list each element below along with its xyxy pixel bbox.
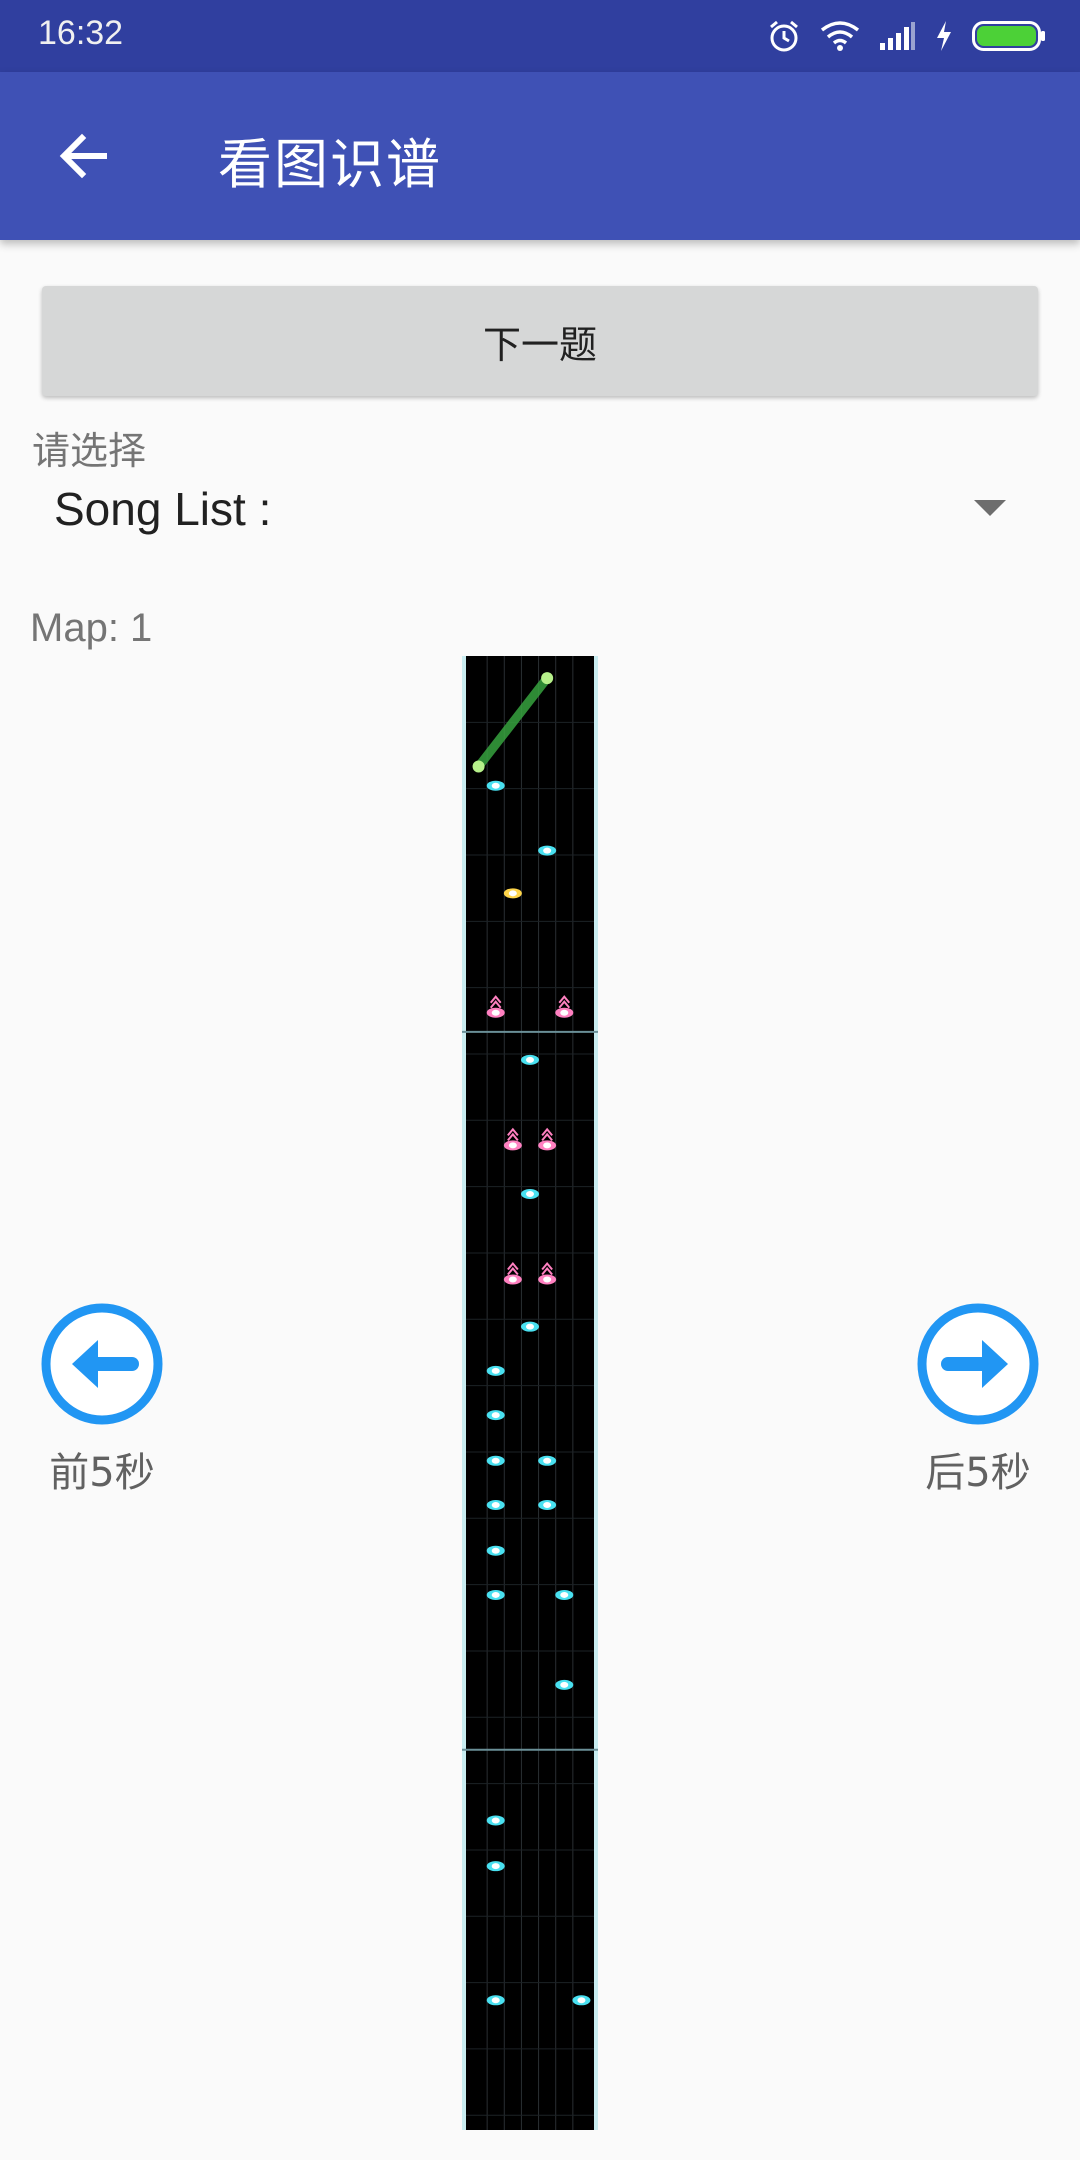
note-center [526, 1191, 534, 1198]
song-list-dropdown[interactable]: Song List : [32, 470, 1032, 550]
note-center [560, 1009, 569, 1016]
battery-icon [972, 21, 1045, 51]
note-center [526, 1056, 534, 1063]
note-center [560, 1591, 569, 1598]
note-center [543, 1502, 552, 1509]
arrow-back-icon [59, 133, 107, 179]
app-bar: 看图识谱 [0, 72, 1080, 240]
note-center [560, 1681, 569, 1688]
note-center [543, 1457, 552, 1464]
note-center [491, 1997, 500, 2004]
slide-start [472, 760, 485, 773]
map-label: Map: 1 [30, 606, 153, 650]
note-center [508, 890, 517, 897]
note-center [491, 1547, 500, 1554]
charging-icon [937, 21, 951, 51]
dropdown-arrow-icon [974, 500, 1006, 516]
slide-end [541, 672, 554, 685]
note-center [491, 1591, 500, 1598]
note-center [491, 1863, 500, 1870]
note-center [526, 1323, 534, 1330]
prev-5s-label: 前5秒 [49, 1450, 155, 1496]
arrow-right-circle-icon [917, 1303, 1039, 1425]
status-bar: 16:32 [0, 0, 1080, 72]
note-chart [462, 656, 598, 2130]
song-list-selected-value: Song List : [54, 483, 272, 535]
note-center [543, 1142, 552, 1149]
note-center [577, 1997, 586, 2004]
next-question-button[interactable]: 下一题 [42, 286, 1038, 396]
page-title: 看图识谱 [218, 133, 442, 196]
wifi-icon [820, 21, 860, 51]
chart-background [466, 656, 594, 2130]
battery-fill [977, 26, 1036, 46]
note-center [491, 1412, 500, 1419]
status-time: 16:32 [38, 14, 124, 52]
next-5s-label: 后5秒 [925, 1450, 1031, 1496]
note-center [508, 1142, 517, 1149]
back-button[interactable] [40, 112, 128, 200]
note-center [491, 1009, 500, 1016]
note-center [491, 1817, 500, 1824]
note-center [508, 1276, 517, 1283]
note-center [491, 1457, 500, 1464]
note-center [543, 1276, 552, 1283]
note-center [491, 1502, 500, 1509]
alarm-icon [770, 20, 798, 52]
note-center [491, 782, 500, 789]
signal-icon [880, 22, 915, 50]
note-center [543, 847, 552, 854]
prev-5s-button[interactable] [40, 1302, 164, 1426]
note-center [491, 1367, 500, 1374]
status-icons [766, 14, 1046, 58]
next-5s-button[interactable] [916, 1302, 1040, 1426]
select-label: 请选择 [32, 429, 147, 473]
arrow-left-circle-icon [41, 1303, 163, 1425]
